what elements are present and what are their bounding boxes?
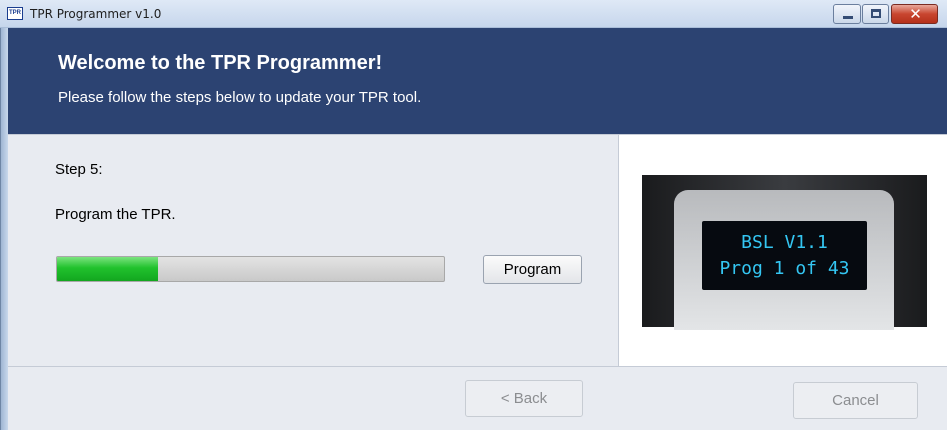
main-content: Step 5: Program the TPR. Program BSL V1.… [8, 134, 947, 367]
progress-fill [57, 257, 158, 281]
step-description: Program the TPR. [55, 206, 176, 223]
progress-bar [56, 256, 445, 282]
device-bezel: BSL V1.1 Prog 1 of 43 [674, 190, 894, 330]
title-bar[interactable]: TPR TPR Programmer v1.0 ✕ [0, 0, 947, 28]
app-window: TPR TPR Programmer v1.0 ✕ Welcome to the… [0, 0, 947, 430]
maximize-button[interactable] [862, 4, 889, 24]
app-icon: TPR [7, 7, 23, 20]
program-button[interactable]: Program [483, 255, 582, 284]
page-subtitle: Please follow the steps below to update … [58, 89, 422, 106]
minimize-button[interactable] [833, 4, 861, 24]
lcd-line-1: BSL V1.1 [741, 232, 828, 253]
window-border-left [0, 0, 8, 430]
lcd-line-2: Prog 1 of 43 [719, 258, 850, 279]
minimize-icon [843, 16, 853, 19]
device-photo: BSL V1.1 Prog 1 of 43 [642, 175, 927, 330]
footer-bar: < Back Cancel [8, 366, 947, 430]
header-banner: Welcome to the TPR Programmer! Please fo… [8, 28, 947, 134]
close-button[interactable]: ✕ [891, 4, 938, 24]
window-title: TPR Programmer v1.0 [30, 7, 162, 21]
close-icon: ✕ [909, 5, 922, 23]
step-label: Step 5: [55, 161, 103, 178]
back-button[interactable]: < Back [465, 380, 583, 417]
cancel-button[interactable]: Cancel [793, 382, 918, 419]
page-title: Welcome to the TPR Programmer! [58, 52, 383, 74]
maximize-icon [871, 9, 881, 18]
device-image-panel: BSL V1.1 Prog 1 of 43 [618, 135, 947, 367]
device-lcd-screen: BSL V1.1 Prog 1 of 43 [702, 221, 867, 290]
